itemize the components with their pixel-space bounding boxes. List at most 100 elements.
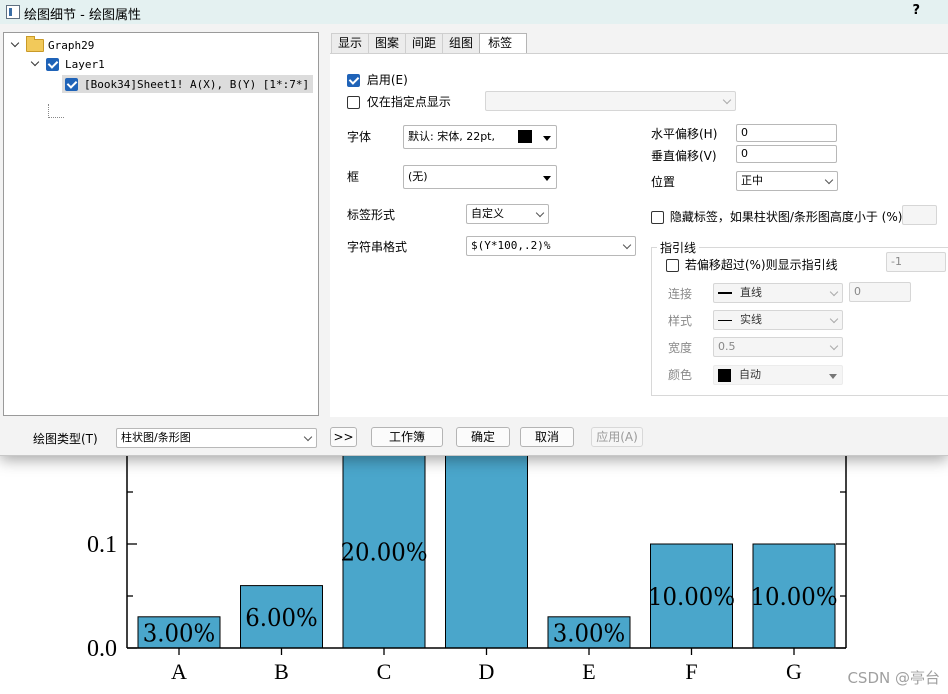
chevron-down-icon[interactable] [10,39,22,51]
color-select[interactable]: 自动 [713,365,843,385]
font-value: 默认: 宋体, 22pt, [408,130,495,143]
enable-label-row[interactable]: 启用(E) [347,71,408,88]
window-title: 绘图细节 - 绘图属性 [24,8,141,23]
line-sample-icon [718,292,732,294]
x-offset-input[interactable]: 0 [736,124,837,142]
app-icon [6,5,20,19]
x-tick-label: F [685,659,697,684]
hide-threshold-input[interactable] [902,205,937,225]
plot-details-dialog: 绘图细节 - 绘图属性 ? Graph29 Layer1 [Book34]She… [0,0,948,456]
x-tick-label: C [377,659,392,684]
leader-threshold-value: -1 [891,255,902,268]
frame-value: (无) [408,170,428,183]
string-format-value: $(Y*100,.2)% [471,239,551,252]
data-label: 3.00% [143,619,216,647]
help-button[interactable]: ? [912,3,920,18]
apply-button[interactable]: 应用(A) [591,427,643,447]
leader-group-title: 指引线 [657,239,700,256]
dropdown-arrow-icon [829,374,837,379]
connect-select[interactable]: 直线 [713,283,843,303]
points-select[interactable] [485,91,736,111]
font-select[interactable]: 默认: 宋体, 22pt, [403,125,557,149]
expand-button[interactable]: >> [330,427,357,447]
plot-type-value: 柱状图/条形图 [121,431,191,444]
style-value: 实线 [740,313,762,326]
dropdown-arrow-icon [543,176,551,181]
folder-icon [26,35,44,52]
chevron-down-icon [722,95,732,105]
only-at-points-checkbox[interactable] [347,96,360,109]
tree-connector [48,104,50,118]
chevron-down-icon [535,208,545,218]
position-select[interactable]: 正中 [736,171,838,191]
chevron-down-icon [824,175,834,185]
y-tick-label: 0.0 [87,636,117,662]
chevron-down-icon [829,314,839,324]
form-value: 自定义 [471,207,504,220]
enable-label-checkbox[interactable] [347,74,360,87]
layer-checkbox[interactable] [46,57,59,71]
x-tick-label: B [274,659,289,684]
title-bar[interactable]: 绘图细节 - 绘图属性 ? [0,0,948,24]
connect-number-input[interactable]: 0 [849,282,911,302]
width-select[interactable]: 0.5 [713,337,843,357]
string-format-label: 字符串格式 [347,240,408,254]
leader-checkbox-row[interactable]: 若偏移超过(%)则显示指引线 [666,256,838,273]
tree-item-graph[interactable]: Graph29 [10,35,95,54]
chevron-down-icon[interactable] [30,58,42,70]
tree-layer-label: Layer1 [65,57,105,71]
plot-tree: Graph29 Layer1 [Book34]Sheet1! A(X), B(Y… [3,32,319,416]
cancel-button[interactable]: 取消 [520,427,574,447]
tree-item-plot[interactable]: [Book34]Sheet1! A(X), B(Y) [1*:7*] [62,75,314,93]
width-value: 0.5 [718,340,736,353]
tab-label[interactable]: 标签 [479,33,528,54]
x-tick-label: G [786,659,802,684]
leader-checkbox-text: 若偏移超过(%)则显示指引线 [684,258,838,272]
form-label: 标签形式 [347,208,396,222]
tab-display[interactable]: 显示 [331,33,370,53]
x-tick-label: E [582,659,595,684]
data-label: 6.00% [245,604,318,632]
chevron-down-icon [829,287,839,297]
y-tick-label: 0.1 [87,532,117,558]
bar-chart: 0.0 0.1 A B C D E F G 3.00% 6.00% 20.00% 3.00% 10.00%… [87,455,847,684]
workbook-button[interactable]: 工作簿 [371,427,443,447]
ok-button[interactable]: 确定 [456,427,510,447]
dropdown-arrow-icon [543,136,551,141]
enable-label-text: 启用(E) [366,73,408,87]
plot-checkbox[interactable] [65,77,78,91]
x-tick-label: A [171,659,187,684]
style-label: 样式 [668,314,693,328]
frame-label: 框 [347,170,360,184]
form-select[interactable]: 自定义 [466,204,549,224]
data-label: 10.00% [751,583,838,611]
string-format-input[interactable]: $(Y*100,.2)% [466,236,636,256]
y-offset-input[interactable]: 0 [736,145,837,163]
tab-group[interactable]: 组图 [442,33,481,53]
tree-graph-label: Graph29 [48,38,95,52]
bar-D [445,455,528,649]
chevron-down-icon [303,432,313,442]
font-color-swatch [518,130,532,143]
only-at-points-row[interactable]: 仅在指定点显示 [347,93,451,110]
hide-label-checkbox[interactable] [651,211,664,224]
plot-type-label: 绘图类型(T) [33,432,98,446]
tree-item-layer[interactable]: Layer1 [30,55,105,73]
frame-select[interactable]: (无) [403,165,557,189]
hide-label-text: 隐藏标签，如果柱状图/条形图高度小于 (%) [669,210,903,224]
hide-label-row[interactable]: 隐藏标签，如果柱状图/条形图高度小于 (%) [651,208,902,225]
width-label: 宽度 [668,341,693,355]
x-tick-label: D [479,659,495,684]
color-label: 颜色 [668,368,693,382]
tab-spacing[interactable]: 间距 [405,33,444,53]
line-sample-icon [718,319,732,321]
only-at-points-text: 仅在指定点显示 [366,95,451,109]
leader-checkbox[interactable] [666,259,679,272]
tab-pattern[interactable]: 图案 [368,33,407,53]
tree-plot-label: [Book34]Sheet1! A(X), B(Y) [1*:7*] [84,77,310,91]
position-value: 正中 [741,174,763,187]
plot-type-select[interactable]: 柱状图/条形图 [116,428,317,448]
leader-threshold-input[interactable]: -1 [886,252,946,272]
style-select[interactable]: 实线 [713,310,843,330]
background-chart: 0.0 0.1 A B C D E F G 3.00% 6.00% 20.00% 3.00% 10.00%… [0,455,948,694]
